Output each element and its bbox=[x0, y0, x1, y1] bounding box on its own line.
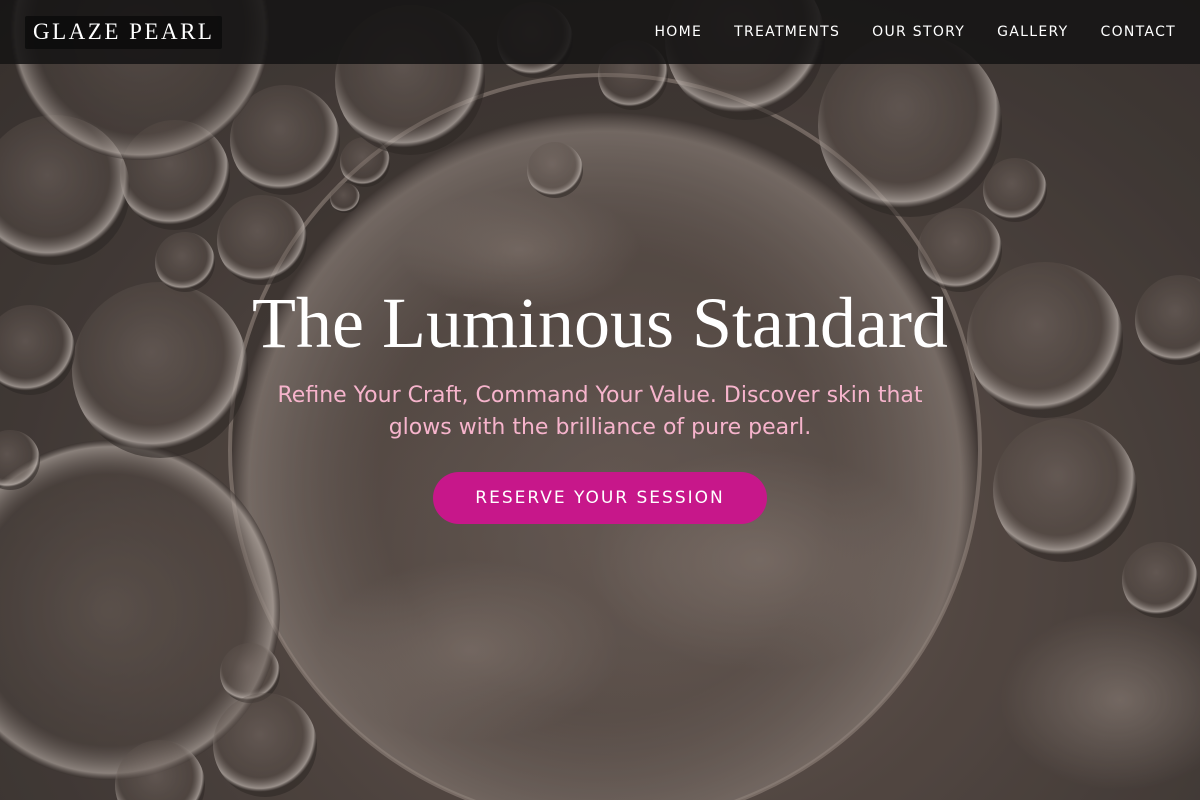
top-navbar: GLAZE PEARL HOME TREATMENTS OUR STORY GA… bbox=[0, 0, 1200, 64]
hero-section: GLAZE PEARL HOME TREATMENTS OUR STORY GA… bbox=[0, 0, 1200, 800]
nav-link-our-story[interactable]: OUR STORY bbox=[872, 24, 965, 40]
reserve-session-button[interactable]: RESERVE YOUR SESSION bbox=[433, 472, 767, 524]
brand-logo[interactable]: GLAZE PEARL bbox=[25, 15, 223, 49]
hero-subtitle: Refine Your Craft, Command Your Value. D… bbox=[277, 383, 923, 440]
nav-menu: HOME TREATMENTS OUR STORY GALLERY CONTAC… bbox=[622, 24, 1176, 40]
hero-content: The Luminous Standard Refine Your Craft,… bbox=[0, 280, 1200, 524]
nav-link-gallery[interactable]: GALLERY bbox=[997, 24, 1068, 40]
nav-link-home[interactable]: HOME bbox=[654, 24, 702, 40]
nav-link-treatments[interactable]: TREATMENTS bbox=[734, 24, 840, 40]
nav-link-contact[interactable]: CONTACT bbox=[1101, 24, 1177, 40]
hero-title: The Luminous Standard bbox=[252, 283, 948, 363]
